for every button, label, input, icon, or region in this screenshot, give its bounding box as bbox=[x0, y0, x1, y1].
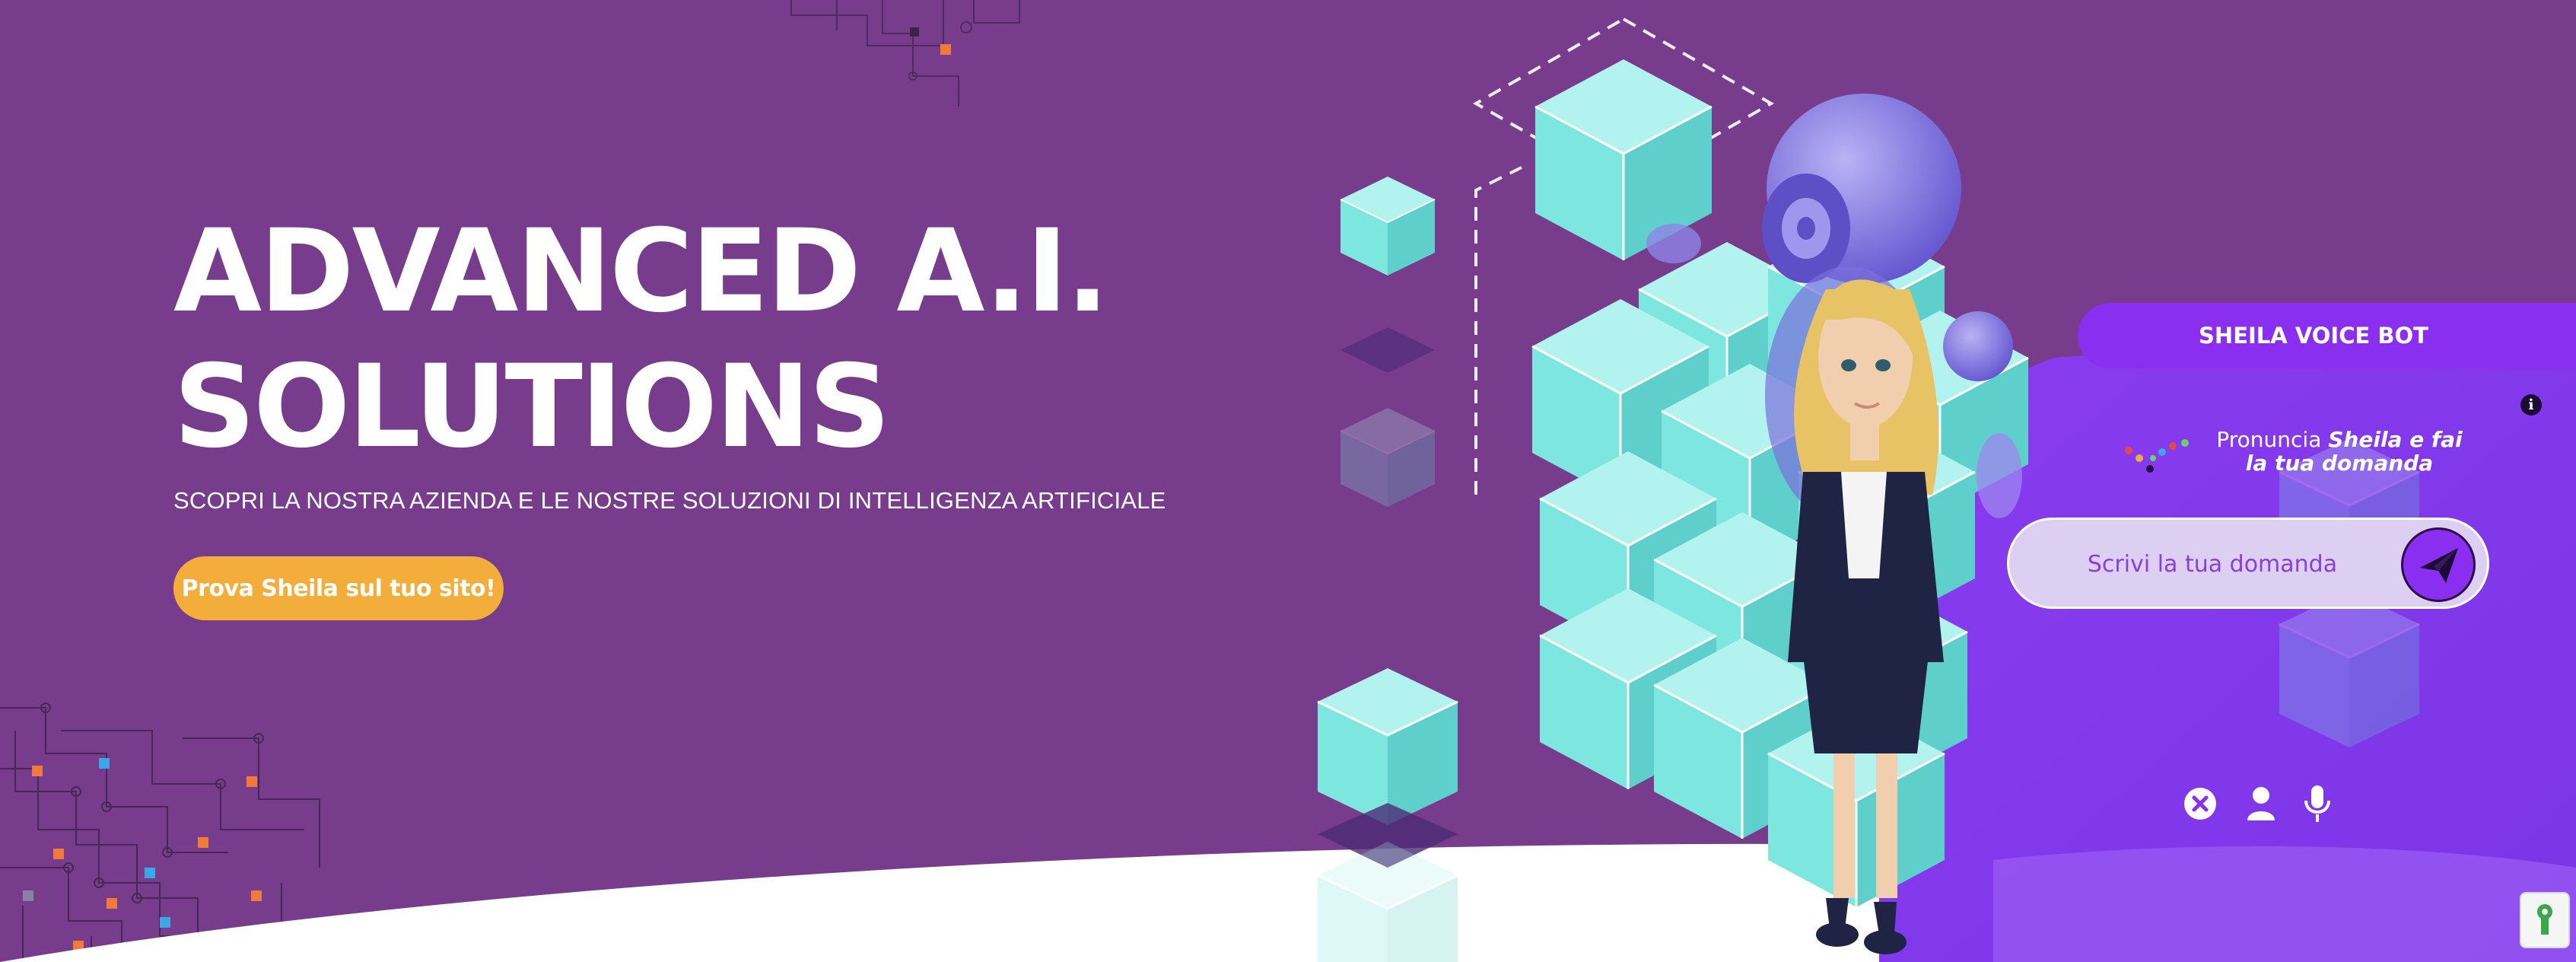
info-icon[interactable]: i bbox=[2520, 394, 2542, 416]
voice-prompt: Pronuncia Sheila e fai la tua domanda bbox=[2202, 428, 2476, 475]
voice-prompt-prefix: Pronuncia bbox=[2216, 427, 2329, 452]
microphone-icon bbox=[2304, 785, 2330, 822]
microphone-button[interactable] bbox=[2298, 784, 2337, 823]
paper-plane-icon bbox=[2420, 548, 2458, 583]
hero-subtitle: SCOPRI LA NOSTRA AZIENDA E LE NOSTRE SOL… bbox=[173, 487, 1166, 514]
try-sheila-button[interactable]: Prova Sheila sul tuo sito! bbox=[173, 556, 504, 620]
user-button[interactable] bbox=[2241, 784, 2281, 823]
password-manager-button[interactable] bbox=[2520, 892, 2570, 948]
voice-dots-icon bbox=[2125, 439, 2189, 473]
white-wave bbox=[0, 843, 1902, 962]
close-icon bbox=[2184, 788, 2216, 820]
hero-section: ADVANCED A.I. SOLUTIONS SCOPRI LA NOSTRA… bbox=[0, 0, 2576, 962]
question-input[interactable] bbox=[2040, 535, 2385, 593]
close-button[interactable] bbox=[2180, 784, 2220, 823]
send-button[interactable] bbox=[2401, 527, 2476, 602]
user-icon bbox=[2247, 787, 2275, 820]
keyhole-icon bbox=[2537, 904, 2552, 935]
headline-line-2: SOLUTIONS bbox=[173, 341, 891, 473]
voice-bot-header[interactable]: SHEILA VOICE BOT bbox=[2078, 303, 2576, 368]
circuit-decoration-top bbox=[790, 0, 1020, 107]
question-input-wrapper bbox=[2007, 518, 2489, 609]
headline-line-1: ADVANCED A.I. bbox=[173, 205, 1109, 338]
hero-headline: ADVANCED A.I. SOLUTIONS bbox=[173, 204, 1109, 475]
circuit-squares bbox=[23, 758, 262, 951]
